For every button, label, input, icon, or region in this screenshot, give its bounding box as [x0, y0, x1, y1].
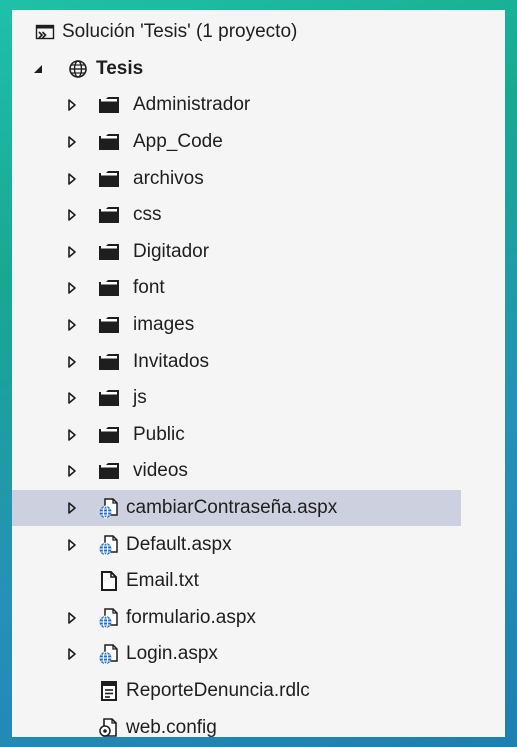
aspx-web-file-icon — [98, 497, 120, 519]
folder-icon — [98, 314, 120, 336]
aspx-web-file-icon — [98, 643, 120, 665]
expand-arrow-collapsed-icon[interactable] — [66, 646, 78, 662]
tree-item-folder[interactable]: images — [12, 307, 505, 344]
tree-item-config[interactable]: web.config — [12, 709, 505, 746]
folder-icon — [98, 424, 120, 446]
tree-item-aspx[interactable]: Login.aspx — [12, 636, 505, 673]
folder-icon — [98, 241, 120, 263]
tree-item-label: cambiarContraseña.aspx — [126, 497, 338, 519]
tree-item-aspx[interactable]: Default.aspx — [12, 526, 505, 563]
tree-item-folder[interactable]: js — [12, 380, 505, 417]
config-file-icon — [98, 717, 120, 739]
tree-item-label: Public — [133, 423, 185, 445]
expand-arrow-collapsed-icon[interactable] — [66, 427, 78, 443]
aspx-web-file-icon — [98, 534, 120, 556]
expand-arrow-collapsed-icon[interactable] — [66, 390, 78, 406]
project-label: Tesis — [96, 57, 144, 79]
tree-item-label: js — [133, 387, 147, 409]
expand-arrow-collapsed-icon[interactable] — [66, 207, 78, 223]
tree-item-label: css — [133, 204, 162, 226]
tree-item-label: images — [133, 314, 195, 336]
tree-item-label: ReporteDenuncia.rdlc — [126, 679, 310, 701]
tree-item-folder[interactable]: font — [12, 270, 505, 307]
tree-item-label: videos — [133, 460, 188, 482]
tree-item-aspx[interactable]: formulario.aspx — [12, 600, 505, 637]
folder-icon — [98, 387, 120, 409]
tree-item-folder[interactable]: Digitador — [12, 234, 505, 271]
solution-icon — [34, 21, 56, 43]
expand-arrow-collapsed-icon[interactable] — [66, 97, 78, 113]
expand-arrow-collapsed-icon[interactable] — [66, 280, 78, 296]
solution-explorer-panel: Solución 'Tesis' (1 proyecto) Tesis Admi… — [12, 10, 505, 738]
tree-item-label: formulario.aspx — [126, 606, 256, 628]
tree-item-label: Invitados — [133, 350, 210, 372]
tree-item-label: Email.txt — [126, 570, 199, 592]
folder-icon — [98, 131, 120, 153]
tree-item-aspx[interactable]: cambiarContraseña.aspx — [12, 489, 461, 527]
folder-icon — [98, 94, 120, 116]
tree-item-label: Default.aspx — [126, 533, 232, 555]
tree-item-folder[interactable]: css — [12, 197, 505, 234]
tree-item-label: App_Code — [133, 131, 223, 153]
tree-item-folder[interactable]: videos — [12, 453, 505, 490]
tree-item-label: font — [133, 277, 165, 299]
text-file-icon — [98, 570, 120, 592]
tree-item-label: Administrador — [133, 94, 251, 116]
tree-item-rdlc[interactable]: ReporteDenuncia.rdlc — [12, 673, 505, 710]
expand-arrow-collapsed-icon[interactable] — [66, 500, 78, 516]
folder-icon — [98, 460, 120, 482]
solution-label: Solución 'Tesis' (1 proyecto) — [62, 21, 298, 43]
expand-arrow-collapsed-icon[interactable] — [66, 317, 78, 333]
folder-icon — [98, 204, 120, 226]
expand-arrow-collapsed-icon[interactable] — [66, 463, 78, 479]
tree-item-label: web.config — [126, 716, 217, 738]
tree-item-label: Digitador — [133, 240, 210, 262]
tree-item-folder[interactable]: Administrador — [12, 87, 505, 124]
expand-arrow-open-icon[interactable] — [32, 61, 44, 77]
solution-tree: Solución 'Tesis' (1 proyecto) Tesis Admi… — [12, 14, 505, 746]
project-node[interactable]: Tesis — [12, 51, 505, 88]
tree-item-label: archivos — [133, 167, 204, 189]
tree-item-folder[interactable]: Public — [12, 417, 505, 454]
expand-arrow-collapsed-icon[interactable] — [66, 537, 78, 553]
tree-item-folder[interactable]: App_Code — [12, 124, 505, 161]
globe-web-project-icon — [67, 58, 89, 80]
folder-icon — [98, 277, 120, 299]
aspx-web-file-icon — [98, 607, 120, 629]
folder-icon — [98, 168, 120, 190]
solution-node[interactable]: Solución 'Tesis' (1 proyecto) — [12, 14, 505, 51]
tree-item-folder[interactable]: Invitados — [12, 343, 505, 380]
expand-arrow-collapsed-icon[interactable] — [66, 171, 78, 187]
tree-item-folder[interactable]: archivos — [12, 160, 505, 197]
tree-item-txt[interactable]: Email.txt — [12, 563, 505, 600]
expand-arrow-collapsed-icon[interactable] — [66, 134, 78, 150]
expand-arrow-collapsed-icon[interactable] — [66, 610, 78, 626]
folder-icon — [98, 351, 120, 373]
report-file-icon — [98, 680, 120, 702]
expand-arrow-collapsed-icon[interactable] — [66, 244, 78, 260]
tree-item-label: Login.aspx — [126, 643, 218, 665]
expand-arrow-collapsed-icon[interactable] — [66, 354, 78, 370]
